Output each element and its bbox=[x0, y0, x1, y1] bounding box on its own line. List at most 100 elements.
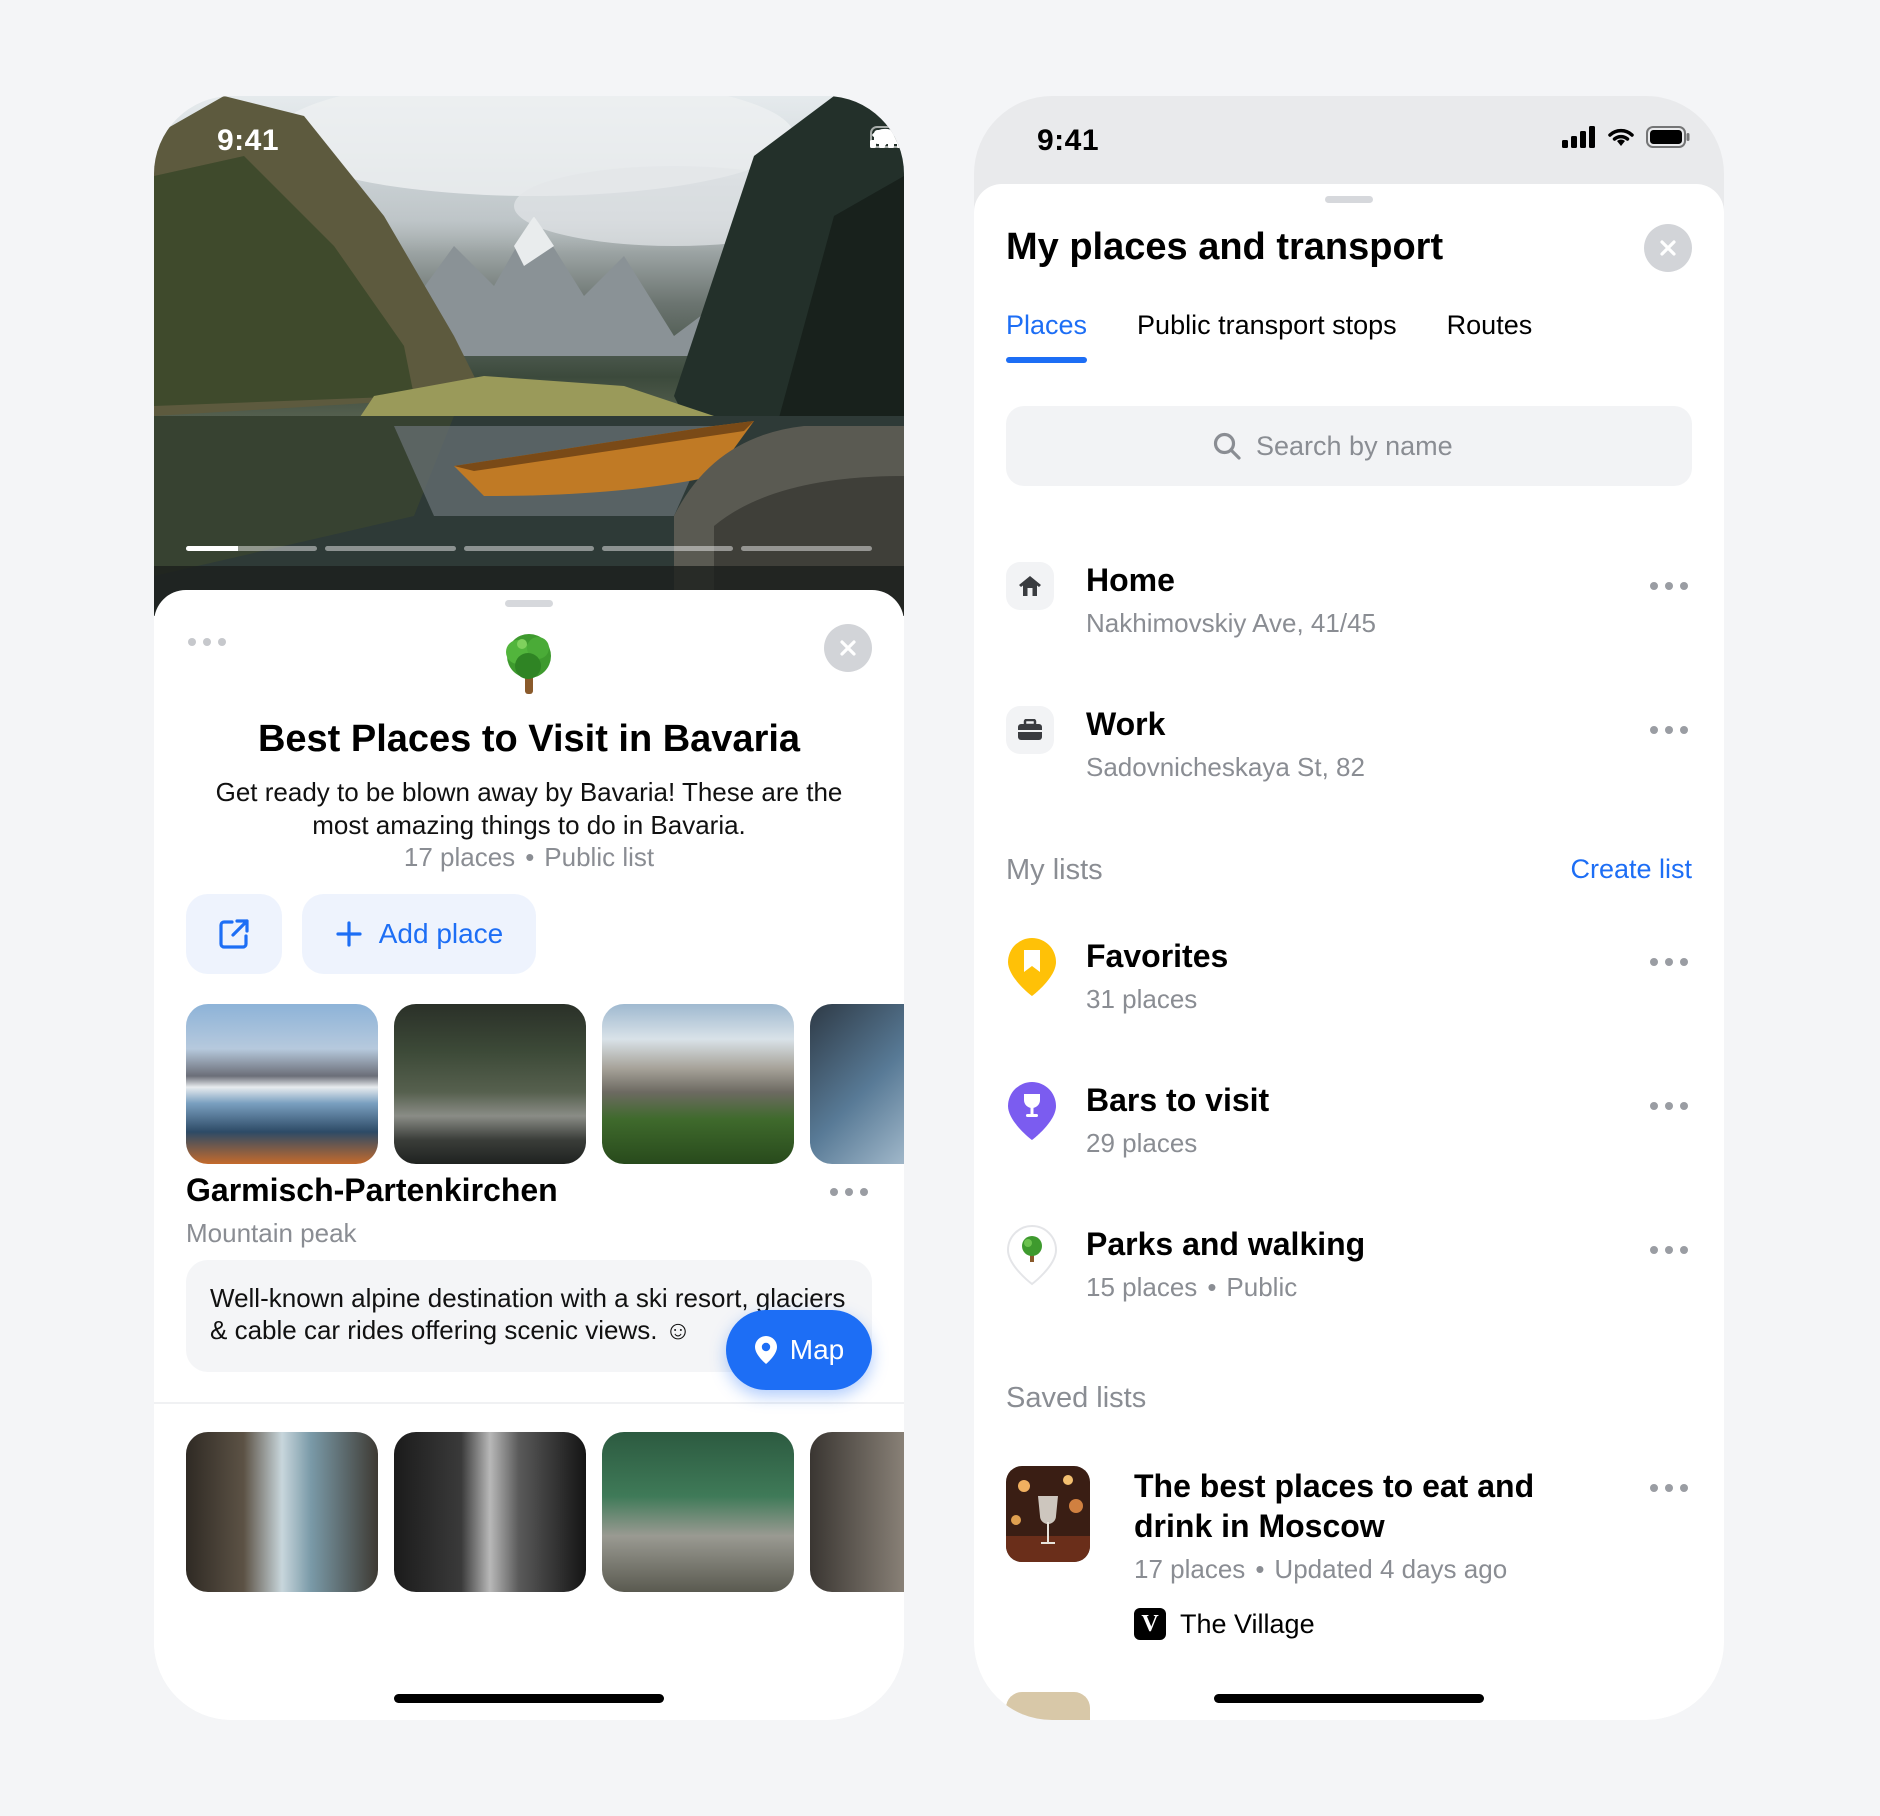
list-title: Best Places to Visit in Bavaria bbox=[257, 718, 801, 760]
home-icon bbox=[1006, 562, 1054, 610]
sheet-grabber[interactable] bbox=[505, 600, 553, 607]
hero-photo[interactable]: 9:41 bbox=[154, 96, 904, 616]
place-more-button[interactable] bbox=[1650, 582, 1688, 590]
place-address: Nakhimovskiy Ave, 41/45 bbox=[1086, 608, 1376, 638]
list-row-favorites[interactable]: Favorites 31 places bbox=[1006, 938, 1692, 1028]
tree-icon bbox=[506, 634, 551, 694]
list-visibility: Public bbox=[1226, 1272, 1298, 1302]
close-button[interactable] bbox=[824, 624, 872, 672]
saved-list-row[interactable]: The best places to eat and drink in Mosc… bbox=[1006, 1466, 1692, 1656]
list-more-button[interactable] bbox=[188, 638, 226, 646]
author-name: The Village bbox=[1180, 1608, 1315, 1639]
place-photo[interactable] bbox=[810, 1004, 904, 1164]
search-bar[interactable] bbox=[1006, 406, 1692, 486]
add-place-button[interactable]: Add place bbox=[302, 894, 536, 974]
map-pin-icon bbox=[754, 1336, 777, 1364]
saved-list-updated: Updated 4 days ago bbox=[1274, 1554, 1508, 1584]
story-progress-segment bbox=[324, 546, 456, 551]
meta-separator: • bbox=[1207, 1272, 1217, 1302]
list-count: 17 places bbox=[403, 842, 516, 872]
list-sheet: Best Places to Visit in Bavaria Get read… bbox=[154, 590, 904, 1720]
place-photo-strip[interactable] bbox=[186, 1432, 904, 1592]
tree-pin-icon bbox=[1006, 1224, 1058, 1286]
home-indicator bbox=[394, 1694, 664, 1703]
list-meta: 15 places • Public bbox=[1086, 1272, 1297, 1303]
close-icon bbox=[840, 640, 856, 656]
sheet-grabber[interactable] bbox=[1325, 196, 1373, 203]
section-saved-lists: Saved lists bbox=[1006, 1382, 1147, 1414]
wifi-icon bbox=[1608, 128, 1634, 146]
home-indicator bbox=[1214, 1694, 1484, 1703]
place-photo-strip[interactable] bbox=[186, 1004, 904, 1164]
place-more-button[interactable] bbox=[830, 1188, 868, 1196]
place-photo[interactable] bbox=[602, 1004, 794, 1164]
map-button-label: Map bbox=[789, 1334, 845, 1365]
tab-places[interactable]: Places bbox=[1006, 310, 1088, 363]
story-progress-fill bbox=[186, 546, 239, 551]
saved-list-more-button[interactable] bbox=[1650, 1484, 1688, 1492]
list-description: Get ready to be blown away by Bavaria! T… bbox=[215, 777, 843, 840]
briefcase-icon bbox=[1006, 706, 1054, 754]
list-row-parks-and-walking[interactable]: Parks and walking 15 places • Public bbox=[1006, 1224, 1692, 1316]
list-more-button[interactable] bbox=[1650, 1102, 1688, 1110]
list-more-button[interactable] bbox=[1650, 958, 1688, 966]
place-photo[interactable] bbox=[186, 1004, 378, 1164]
signal-icon bbox=[1562, 126, 1595, 148]
place-photo[interactable] bbox=[602, 1432, 794, 1592]
place-name: Home bbox=[1086, 562, 1175, 598]
list-count: 15 places bbox=[1086, 1272, 1198, 1302]
saved-list-photo bbox=[1006, 1466, 1090, 1562]
places-sheet: My places and transport Places Public tr… bbox=[974, 184, 1724, 1720]
list-row-bars-to-visit[interactable]: Bars to visit 29 places bbox=[1006, 1082, 1692, 1172]
status-bar: 9:41 bbox=[974, 96, 1724, 184]
place-row-work[interactable]: Work Sadovnicheskaya St, 82 bbox=[1006, 706, 1692, 796]
bookmark-pin-icon bbox=[1008, 938, 1056, 996]
next-saved-list-photo bbox=[1006, 1692, 1090, 1720]
place-row-home[interactable]: Home Nakhimovskiy Ave, 41/45 bbox=[1006, 562, 1692, 652]
phone-my-places: 9:41 My places and transport Places Publ… bbox=[974, 96, 1724, 1720]
close-icon bbox=[1660, 240, 1676, 256]
create-list-link[interactable]: Create list bbox=[1570, 854, 1692, 885]
search-icon bbox=[1213, 432, 1241, 460]
tab-routes[interactable]: Routes bbox=[1447, 310, 1533, 363]
list-meta: 29 places bbox=[1086, 1128, 1198, 1158]
story-progress-segment bbox=[186, 546, 317, 551]
place-type: Mountain peak bbox=[186, 1218, 357, 1248]
place-title[interactable]: Garmisch-Partenkirchen bbox=[186, 1172, 558, 1209]
close-button[interactable] bbox=[1644, 224, 1692, 272]
status-bar: 9:41 bbox=[154, 96, 904, 184]
place-photo[interactable] bbox=[186, 1432, 378, 1592]
tab-public-transport-stops[interactable]: Public transport stops bbox=[1137, 310, 1397, 363]
status-icons bbox=[1562, 126, 1690, 148]
place-photo[interactable] bbox=[394, 1004, 586, 1164]
map-button[interactable]: Map bbox=[726, 1310, 872, 1390]
story-progress-segment bbox=[602, 546, 734, 551]
share-button[interactable] bbox=[186, 894, 282, 974]
place-name: Work bbox=[1086, 706, 1166, 742]
section-my-lists: My lists bbox=[1006, 854, 1103, 886]
search-input[interactable] bbox=[1256, 430, 1486, 462]
story-progress-segment bbox=[741, 546, 872, 551]
place-photo[interactable] bbox=[810, 1432, 904, 1592]
story-progress bbox=[186, 546, 872, 551]
place-photo[interactable] bbox=[394, 1432, 586, 1592]
list-more-button[interactable] bbox=[1650, 1246, 1688, 1254]
saved-list-author[interactable]: V The Village bbox=[1134, 1608, 1315, 1640]
saved-list-name: The best places to eat and drink in Mosc… bbox=[1134, 1468, 1535, 1544]
meta-separator: • bbox=[525, 842, 535, 872]
plus-icon bbox=[336, 921, 362, 947]
wine-glass-pin-icon bbox=[1008, 1082, 1056, 1140]
battery-icon bbox=[1646, 126, 1690, 148]
place-more-button[interactable] bbox=[1650, 726, 1688, 734]
list-meta: 31 places bbox=[1086, 984, 1198, 1014]
place-address: Sadovnicheskaya St, 82 bbox=[1086, 752, 1365, 782]
list-name: Favorites bbox=[1086, 938, 1229, 974]
story-progress-segment bbox=[463, 546, 595, 551]
share-icon bbox=[219, 919, 249, 949]
saved-list-count: 17 places bbox=[1134, 1554, 1246, 1584]
phone-list-detail: 9:41 Best Places to Visit in Bavaria Get… bbox=[154, 96, 904, 1720]
tab-bar: Places Public transport stops Routes bbox=[1006, 310, 1532, 363]
list-name: Parks and walking bbox=[1086, 1226, 1366, 1262]
meta-separator: • bbox=[1255, 1554, 1265, 1584]
list-visibility: Public list bbox=[544, 842, 655, 872]
